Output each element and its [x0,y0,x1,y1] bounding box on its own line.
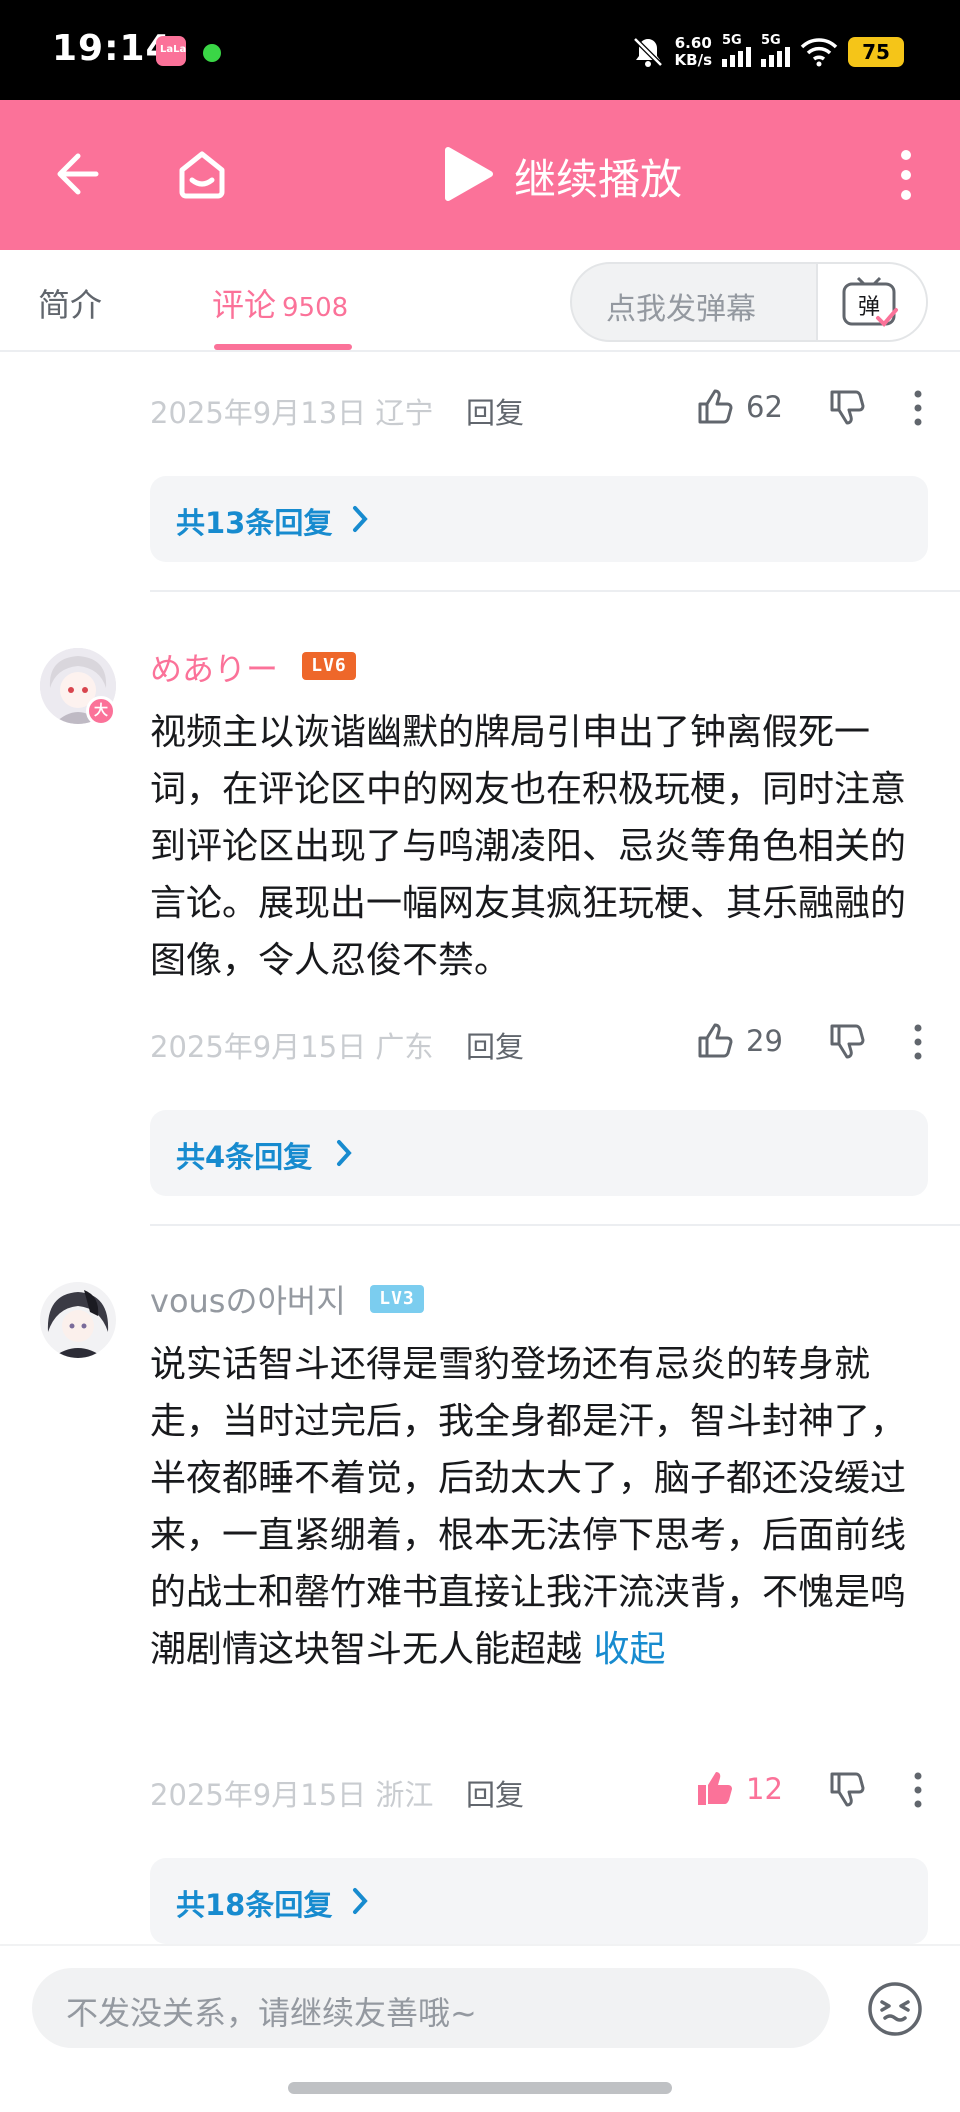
comment-meta: 2025年9月15日 广东 回复 29 [0,1016,960,1066]
like-count: 12 [746,1772,783,1806]
back-arrow-icon[interactable] [48,146,104,202]
username[interactable]: vousの아버지 [150,1276,346,1322]
more-vertical-icon[interactable] [896,148,916,202]
more-options-icon[interactable] [912,1770,924,1810]
comment-input[interactable]: 不发没关系，请继续友善哦~ [32,1968,830,2048]
danmaku-toggle-button[interactable]: 弹 [816,264,926,340]
avatar[interactable] [40,1282,116,1358]
dislike-icon[interactable] [826,1770,868,1810]
signal-5g-icon: 5G [722,33,751,67]
comment-count: 9508 [282,293,349,323]
reply-button[interactable]: 回复 [466,390,524,432]
comment-input-bar: 不发没关系，请继续友善哦~ [0,1944,960,2112]
vip-badge: 大 [86,696,116,726]
level-badge: LV3 [370,1285,424,1313]
replies-summary-label: 共18条回复 [176,1888,333,1922]
like-icon[interactable] [694,1020,734,1060]
comment-text: 说实话智斗还得是雪豹登场还有忌炎的转身就走，当时过完后，我全身都是汗，智斗封神了… [150,1344,907,1670]
divider [150,590,960,592]
comment-meta: 2025年9月15日 浙江 回复 12 [0,1764,960,1814]
comment-input-placeholder: 不发没关系，请继续友善哦~ [66,1994,477,2032]
more-options-icon[interactable] [912,1022,924,1062]
battery-indicator: 75 [848,37,904,67]
chevron-right-icon [353,506,368,532]
danmaku-input[interactable]: 点我发弹幕 [606,284,756,328]
status-bar: 19:14 LaLa 6.60 KB/s 5G 5G 75 [0,0,960,100]
replies-summary-label: 共4条回复 [176,1140,313,1174]
like-icon-active[interactable] [694,1768,734,1808]
like-icon[interactable] [694,386,734,426]
tab-comments-label: 评论 [212,286,277,324]
chevron-right-icon [337,1140,352,1166]
active-tab-indicator [214,344,352,350]
replies-summary[interactable]: 共13条回复 [150,476,928,562]
network-speed: 6.60 KB/s [674,34,712,69]
comment-date: 2025年9月15日 浙江 [150,1778,434,1812]
emoji-icon[interactable] [866,1980,924,2038]
app-notification-icon: LaLa [156,36,186,66]
signal-5g-icon: 5G [761,33,790,67]
more-options-icon[interactable] [912,388,924,428]
replies-summary-label: 共13条回复 [176,506,333,540]
dislike-icon[interactable] [826,1022,868,1062]
status-time: 19:14 [52,28,172,69]
chevron-right-icon [353,1888,368,1914]
divider [150,1224,960,1226]
comment-content: 视频主以诙谐幽默的牌局引申出了钟离假死一词，在评论区中的网友也在积极玩梗，同时注… [150,712,907,981]
play-icon[interactable] [442,144,494,204]
username[interactable]: めありー [150,644,278,690]
level-badge: LV6 [302,652,356,680]
tab-comments[interactable]: 评论 9508 [212,280,348,326]
status-icons: 6.60 KB/s 5G 5G 75 [631,30,904,74]
reply-button[interactable]: 回复 [466,1772,524,1814]
video-header: 继续播放 [0,100,960,250]
collapse-link[interactable]: 收起 [593,1629,665,1670]
comment-meta: 2025年9月13日 辽宁 回复 62 [0,382,960,432]
home-icon[interactable] [172,144,232,204]
danmaku-icon: 弹 [842,276,898,327]
replies-summary[interactable]: 共18条回复 [150,1858,928,1944]
tab-bar: 简介 评论 9508 点我发弹幕 弹 [0,250,960,352]
danmaku-bar[interactable]: 点我发弹幕 弹 [570,262,928,342]
like-count: 62 [746,390,783,424]
wifi-icon [800,38,838,67]
continue-play-label[interactable]: 继续播放 [514,146,682,207]
like-count: 29 [746,1024,783,1058]
home-indicator[interactable] [288,2082,672,2094]
comment-content: 说实话智斗还得是雪豹登场还有忌炎的转身就走，当时过完后，我全身都是汗，智斗封神了… [150,1336,930,1678]
replies-summary[interactable]: 共4条回复 [150,1110,928,1196]
mute-bell-icon [632,37,663,67]
green-dot-indicator [203,44,221,62]
svg-text:弹: 弹 [858,295,880,320]
dislike-icon[interactable] [826,388,868,428]
comment-date: 2025年9月13日 辽宁 [150,396,434,430]
reply-button[interactable]: 回复 [466,1024,524,1066]
tab-intro[interactable]: 简介 [38,280,102,326]
comment-date: 2025年9月15日 广东 [150,1030,434,1064]
